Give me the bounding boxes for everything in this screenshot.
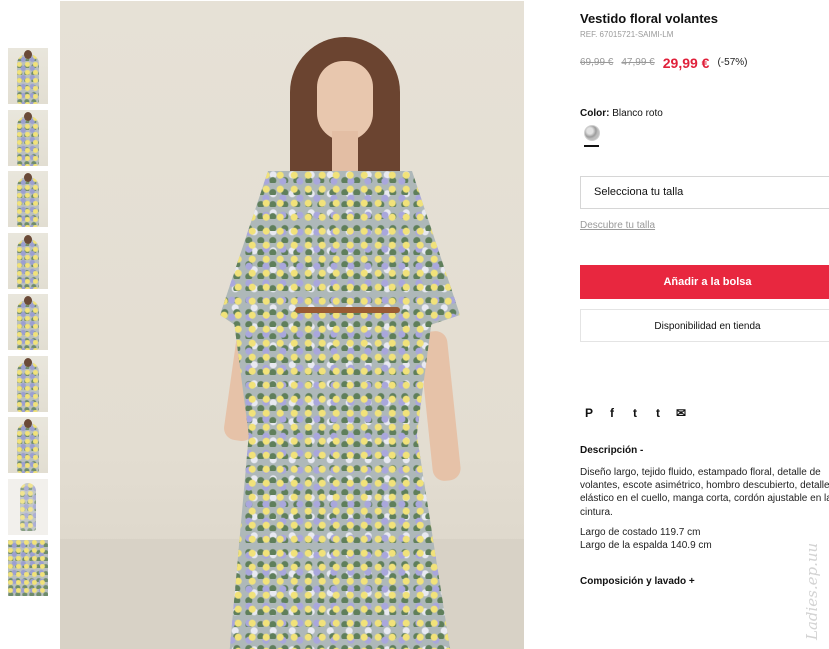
- thumbnail-8[interactable]: [8, 478, 48, 535]
- thumbnail-head: [24, 173, 32, 182]
- thumbnail-6[interactable]: [8, 355, 48, 412]
- thumbnail-image: [8, 540, 48, 596]
- measurement-back-length: Largo de la espalda 140.9 cm: [580, 540, 712, 552]
- composition-toggle[interactable]: Composición y lavado +: [580, 576, 695, 587]
- facebook-icon[interactable]: f: [605, 406, 619, 420]
- color-value: Blanco roto: [612, 108, 663, 119]
- thumbnail-gallery: [8, 48, 48, 602]
- description-toggle[interactable]: Descripción -: [580, 445, 643, 456]
- description-line: Diseño largo, tejido fluido, estampado f…: [580, 467, 821, 478]
- thumbnail-image: [20, 482, 36, 531]
- dress-belt: [295, 307, 400, 313]
- color-swatch-icon[interactable]: [584, 125, 600, 141]
- description-line: cintura.: [580, 506, 613, 518]
- measurement-side-length: Largo de costado 119.7 cm: [580, 527, 701, 538]
- size-select[interactable]: Selecciona tu talla: [580, 176, 829, 209]
- thumbnail-head: [24, 419, 32, 428]
- description-line: volantes, escote asimétrico, hombro desc…: [580, 480, 829, 492]
- model-neck: [332, 131, 358, 171]
- thumbnail-image: [17, 300, 39, 350]
- thumbnail-head: [24, 357, 32, 367]
- model-face: [317, 61, 373, 141]
- description-line: elástico en el cuello, manga corta, cord…: [580, 493, 829, 505]
- thumbnail-7[interactable]: [8, 417, 48, 473]
- thumbnail-2[interactable]: [8, 109, 48, 166]
- original-price: 69,99 €: [580, 57, 614, 69]
- add-to-bag-button[interactable]: Añadir a la bolsa: [580, 265, 829, 299]
- thumbnail-head: [24, 234, 32, 244]
- thumbnail-head: [24, 296, 32, 305]
- thumbnail-image: [17, 361, 39, 412]
- current-price: 29,99 €: [662, 54, 710, 71]
- watermark: Ladies.ep.uu: [803, 542, 821, 640]
- measurements: Largo de costado 119.7 cm Largo de la es…: [580, 526, 712, 552]
- selected-swatch-indicator: [584, 145, 599, 147]
- twitter-icon[interactable]: t: [628, 406, 642, 420]
- thumbnail-image: [17, 115, 39, 166]
- previous-price: 47,99 €: [621, 57, 655, 69]
- thumbnail-4[interactable]: [8, 232, 48, 289]
- store-availability-button[interactable]: Disponibilidad en tienda: [580, 309, 829, 342]
- thumbnail-image: [17, 238, 39, 289]
- product-title: Vestido floral volantes: [580, 11, 718, 26]
- tumblr-icon[interactable]: t: [651, 406, 665, 420]
- discount-badge: (-57%): [717, 57, 748, 69]
- size-guide-link[interactable]: Descubre tu talla: [580, 220, 655, 231]
- thumbnail-head: [24, 50, 32, 59]
- thumbnail-5[interactable]: [8, 294, 48, 350]
- pinterest-icon[interactable]: P: [582, 406, 596, 420]
- email-icon[interactable]: ✉: [674, 406, 688, 420]
- color-label-row: Color: Blanco roto: [580, 108, 663, 119]
- share-icons: Pf t t ✉: [582, 404, 697, 420]
- price-row: 69,99 € 47,99 € 29,99 € (-57%): [580, 54, 748, 71]
- thumbnail-image: [17, 423, 39, 473]
- color-label: Color:: [580, 108, 610, 119]
- thumbnail-9[interactable]: [8, 540, 48, 596]
- description-text: Diseño largo, tejido fluido, estampado f…: [580, 466, 829, 519]
- thumbnail-head: [24, 111, 32, 121]
- thumbnail-3[interactable]: [8, 171, 48, 227]
- floral-dress: [220, 171, 460, 649]
- main-product-image[interactable]: [60, 1, 524, 649]
- product-reference: REF. 67015721-SAIMI-LM: [580, 30, 674, 39]
- thumbnail-1[interactable]: [8, 48, 48, 104]
- thumbnail-image: [17, 177, 39, 227]
- thumbnail-image: [17, 54, 39, 104]
